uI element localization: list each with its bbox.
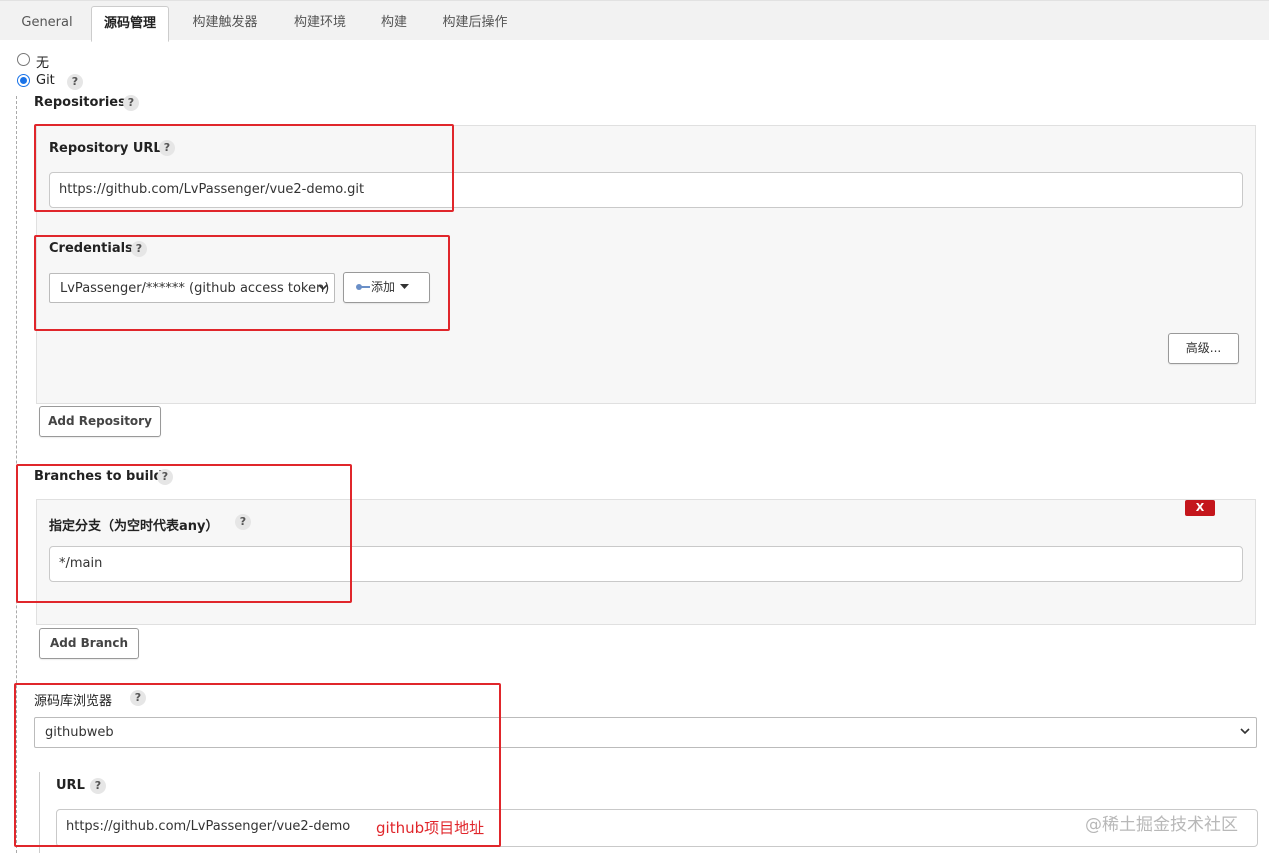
watermark: @稀土掘金技术社区 — [1085, 815, 1238, 835]
scm-git-radio[interactable] — [17, 74, 30, 87]
tab-bar: General 源码管理 构建触发器 构建环境 构建 构建后操作 — [0, 0, 1269, 42]
highlight-credentials — [34, 235, 450, 331]
tab-build-environment[interactable]: 构建环境 — [282, 6, 358, 41]
advanced-button[interactable]: 高级... — [1168, 333, 1239, 364]
tab-general[interactable]: General — [12, 6, 82, 41]
tab-post-build[interactable]: 构建后操作 — [430, 6, 520, 41]
tab-build-triggers[interactable]: 构建触发器 — [180, 6, 270, 41]
scm-none-radio[interactable] — [17, 53, 30, 66]
repositories-help-icon[interactable]: ? — [123, 95, 139, 111]
highlight-repository-url — [34, 124, 454, 212]
chevron-down-icon — [1240, 728, 1250, 735]
annotation-github-url: github项目地址 — [376, 819, 485, 837]
tab-source-management[interactable]: 源码管理 — [91, 6, 169, 42]
repositories-title: Repositories — [34, 95, 126, 110]
scm-git-label: Git — [36, 73, 55, 88]
delete-branch-button[interactable]: X — [1185, 500, 1215, 516]
add-branch-button[interactable]: Add Branch — [39, 628, 139, 659]
scm-none-label: 无 — [36, 56, 50, 71]
add-repository-button[interactable]: Add Repository — [39, 406, 161, 437]
git-help-icon[interactable]: ? — [67, 74, 83, 90]
tab-build[interactable]: 构建 — [370, 6, 418, 41]
highlight-branches — [16, 464, 352, 603]
